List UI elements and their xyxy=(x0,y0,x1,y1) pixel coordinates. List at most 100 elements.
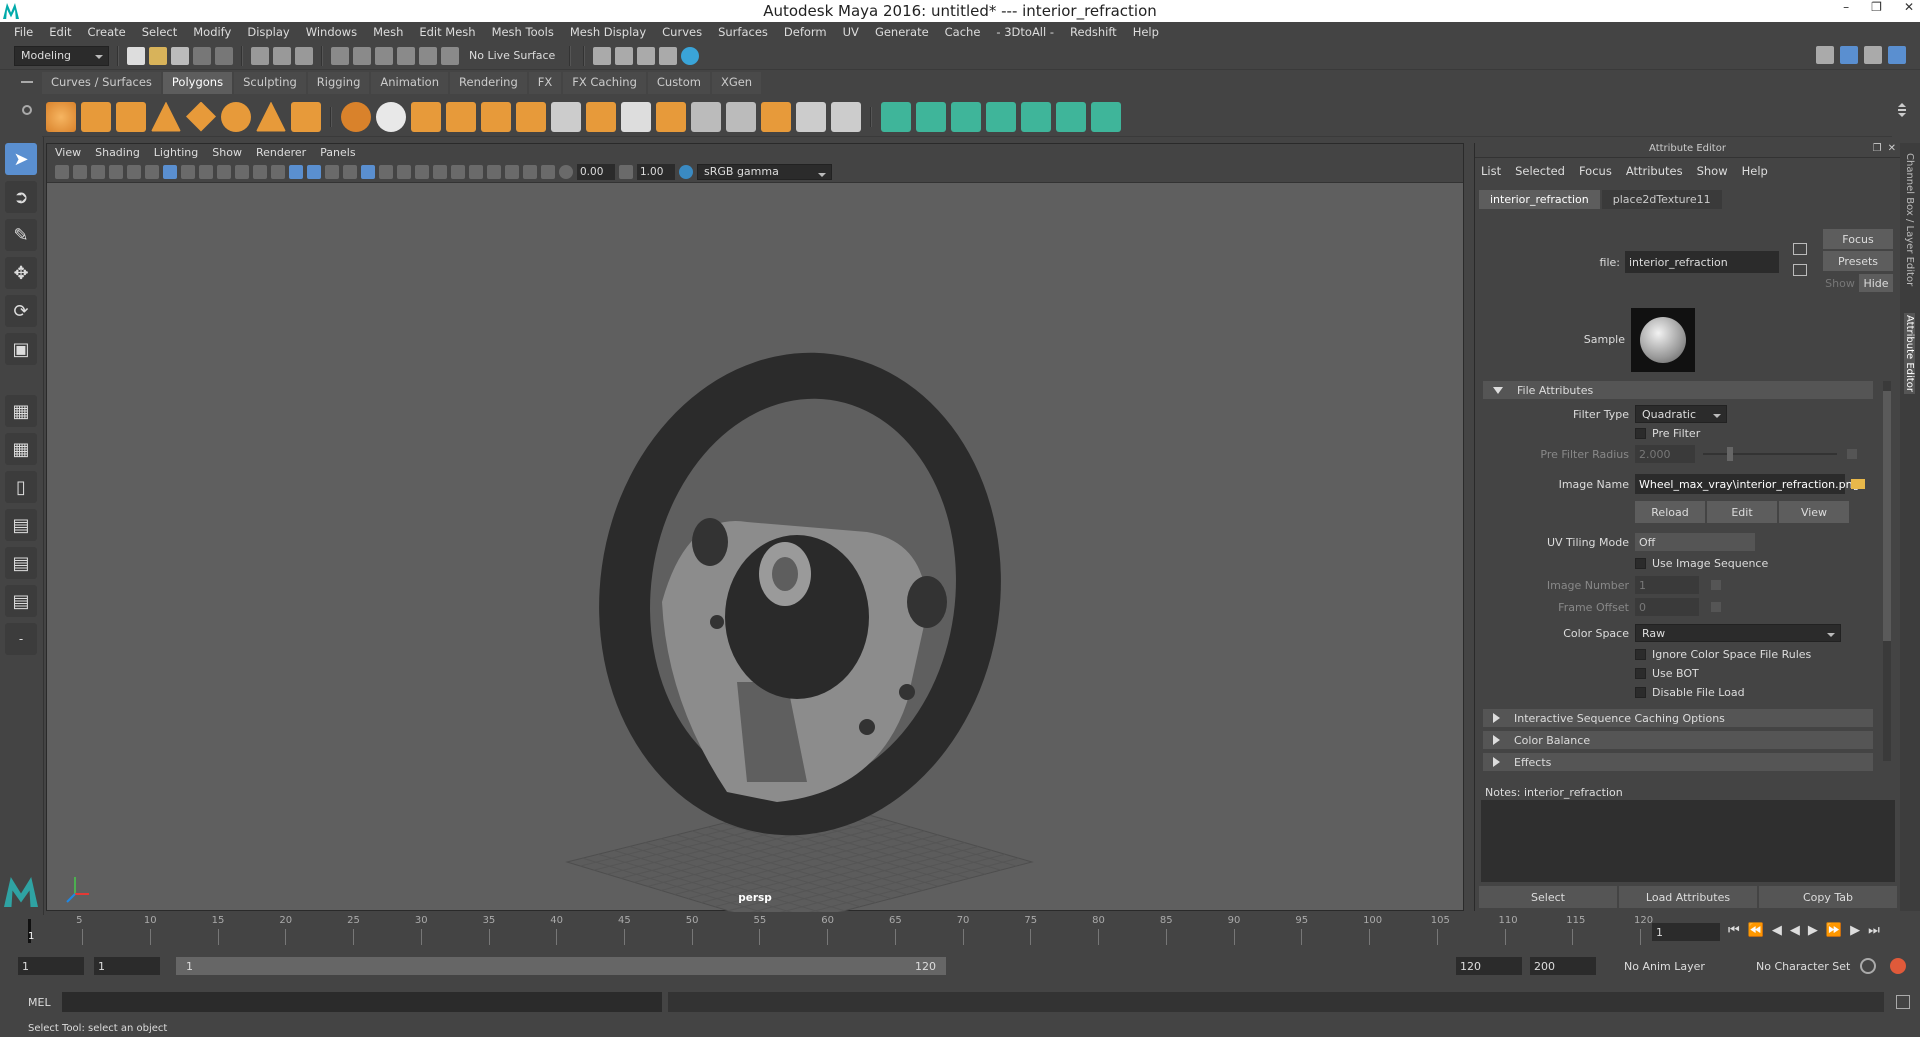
shadows-icon[interactable] xyxy=(397,164,411,179)
poly-torus-icon[interactable] xyxy=(221,101,251,132)
ae-menu-list[interactable]: List xyxy=(1481,164,1501,178)
ae-menu-selected[interactable]: Selected xyxy=(1515,164,1565,178)
bounding-box-icon[interactable] xyxy=(343,164,357,179)
hypershade-icon[interactable] xyxy=(681,46,700,65)
select-hierarchy-icon[interactable] xyxy=(251,46,269,65)
notes-textarea[interactable] xyxy=(1481,800,1895,882)
poly-sphere-icon[interactable] xyxy=(46,101,76,132)
append-polygon-icon[interactable] xyxy=(621,101,651,132)
combine-icon[interactable] xyxy=(341,101,371,132)
close-panel-icon[interactable]: ✕ xyxy=(1888,143,1896,154)
shelf-scroll[interactable] xyxy=(1898,99,1906,121)
gamma-field[interactable]: 1.00 xyxy=(637,163,675,180)
ipr-render-icon[interactable] xyxy=(637,46,656,65)
close-icon[interactable]: ✕ xyxy=(1904,0,1914,14)
lasso-tool-icon[interactable]: ➲ xyxy=(5,181,37,213)
go-to-start-icon[interactable]: ⏮ xyxy=(1728,923,1740,938)
viewport-panel[interactable]: View Shading Lighting Show Renderer Panels xyxy=(46,143,1465,912)
collapse-icon[interactable] xyxy=(796,101,826,132)
poly-cone-icon[interactable] xyxy=(151,101,181,132)
resolution-gate-icon[interactable] xyxy=(199,164,213,179)
attribute-editor-toggle-icon[interactable] xyxy=(1840,46,1858,64)
xray-active-icon[interactable] xyxy=(541,164,555,179)
multi-cut-icon[interactable] xyxy=(691,101,721,132)
menu-cache[interactable]: Cache xyxy=(937,25,989,39)
step-forward-key-icon[interactable]: ⏩ xyxy=(1826,923,1842,938)
poly-cylinder-icon[interactable] xyxy=(116,101,146,132)
uv-tiling-dropdown[interactable]: Off xyxy=(1635,533,1755,551)
wireframe-icon[interactable] xyxy=(289,164,303,179)
motion-blur-icon[interactable] xyxy=(433,164,447,179)
use-image-sequence-checkbox[interactable] xyxy=(1635,558,1646,569)
sample-swatch[interactable] xyxy=(1631,308,1695,372)
menu-mesh-display[interactable]: Mesh Display xyxy=(562,25,654,39)
uv-spherical-icon[interactable] xyxy=(951,101,981,132)
gate-mask-icon[interactable] xyxy=(217,164,231,179)
layout-graph-icon[interactable]: ▤ xyxy=(5,547,37,579)
mode-dropdown[interactable]: Modeling xyxy=(14,45,109,66)
layout-two-icon[interactable]: ▯ xyxy=(5,471,37,503)
isolate-select-icon[interactable] xyxy=(487,164,501,179)
shelf-tab-fx[interactable]: FX xyxy=(528,72,562,94)
disable-file-load-checkbox[interactable] xyxy=(1635,687,1646,698)
folder-icon[interactable] xyxy=(1851,479,1865,489)
shelf-tab-xgen[interactable]: XGen xyxy=(711,72,762,94)
uv-cut-sew-icon[interactable] xyxy=(1091,101,1121,132)
ae-scrollbar-thumb[interactable] xyxy=(1883,391,1891,641)
bevel-icon[interactable] xyxy=(586,101,616,132)
range-slider[interactable]: 1 120 xyxy=(176,957,946,975)
smooth-icon[interactable] xyxy=(446,101,476,132)
poly-pipe-icon[interactable] xyxy=(291,101,321,132)
layout-outliner-icon[interactable]: ▤ xyxy=(5,509,37,541)
target-weld-icon[interactable] xyxy=(726,101,756,132)
menu-file[interactable]: File xyxy=(6,25,41,39)
load-attributes-button[interactable]: Load Attributes xyxy=(1619,886,1757,908)
ae-scrollbar[interactable] xyxy=(1883,381,1891,761)
poly-cube-icon[interactable] xyxy=(81,101,111,132)
xray-joints-icon[interactable] xyxy=(523,164,537,179)
shelf-scroll-down-icon[interactable] xyxy=(1898,113,1906,121)
move-tool-icon[interactable]: ✥ xyxy=(5,257,37,289)
fill-hole-icon[interactable] xyxy=(656,101,686,132)
play-backward-icon[interactable]: ◀ xyxy=(1790,923,1800,938)
playback-end-field[interactable]: 120 xyxy=(1456,957,1522,975)
focus-button[interactable]: Focus xyxy=(1823,229,1893,249)
live-surface-label[interactable]: No Live Surface xyxy=(463,49,561,62)
menu-mesh-tools[interactable]: Mesh Tools xyxy=(484,25,562,39)
bookmark-icon[interactable] xyxy=(91,164,105,179)
float-panel-icon[interactable]: ❐ xyxy=(1873,143,1882,154)
magnet-icon[interactable] xyxy=(441,46,459,65)
show-button[interactable]: Show xyxy=(1823,274,1857,292)
pre-filter-checkbox[interactable] xyxy=(1635,428,1646,439)
menu-uv[interactable]: UV xyxy=(835,25,867,39)
script-editor-icon[interactable] xyxy=(1896,995,1910,1009)
filter-type-dropdown[interactable]: Quadratic xyxy=(1635,405,1727,423)
menu-redshift[interactable]: Redshift xyxy=(1062,25,1125,39)
smooth-shade-icon[interactable] xyxy=(307,164,321,179)
ambient-occlusion-icon[interactable] xyxy=(415,164,429,179)
menu-3dtoall[interactable]: - 3DtoAll - xyxy=(988,25,1062,39)
map-button-icon[interactable] xyxy=(1711,580,1721,590)
go-to-end-icon[interactable]: ⏭ xyxy=(1868,923,1880,938)
open-scene-icon[interactable] xyxy=(149,46,167,65)
grid-toggle-icon[interactable] xyxy=(163,164,177,179)
anim-layer-dropdown[interactable]: No Anim Layer xyxy=(1624,960,1705,973)
edit-button[interactable]: Edit xyxy=(1707,501,1777,523)
menu-edit[interactable]: Edit xyxy=(41,25,79,39)
slider-handle[interactable] xyxy=(1727,447,1733,461)
ignore-cs-rules-checkbox[interactable] xyxy=(1635,649,1646,660)
ae-menu-attributes[interactable]: Attributes xyxy=(1626,164,1683,178)
viewport-canvas[interactable] xyxy=(47,182,1465,912)
auto-key-icon[interactable] xyxy=(1860,958,1876,974)
shelf-tab-curves-surfaces[interactable]: Curves / Surfaces xyxy=(42,72,161,94)
save-scene-icon[interactable] xyxy=(171,46,189,65)
command-lang[interactable]: MEL xyxy=(28,996,51,1009)
bridge-icon[interactable] xyxy=(551,101,581,132)
poly-plane-icon[interactable] xyxy=(186,101,216,132)
boolean-icon[interactable] xyxy=(481,101,511,132)
viewport-menu-panels[interactable]: Panels xyxy=(320,146,355,159)
channel-box-toggle-icon[interactable] xyxy=(1888,46,1906,64)
scene-end-field[interactable]: 200 xyxy=(1530,957,1596,975)
separate-icon[interactable] xyxy=(376,101,406,132)
viewport-menu-view[interactable]: View xyxy=(55,146,81,159)
